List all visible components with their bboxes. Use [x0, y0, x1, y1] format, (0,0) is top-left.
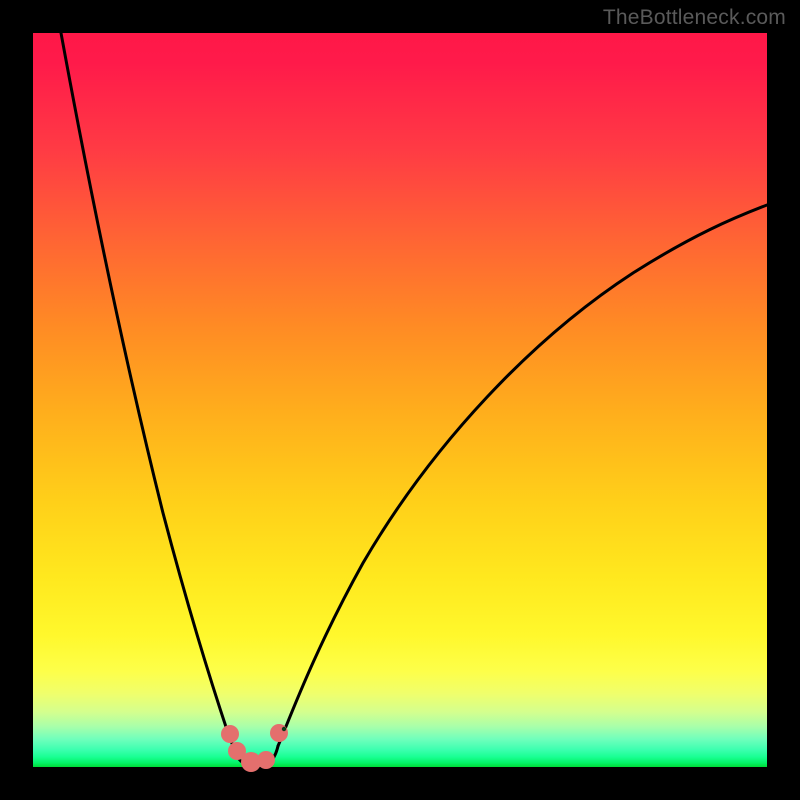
curve-left-descending	[61, 33, 233, 746]
marker-dot-icon	[270, 724, 288, 742]
chart-frame: TheBottleneck.com	[0, 0, 800, 800]
marker-accent-dot-icon	[282, 727, 286, 731]
curve-right-ascending	[278, 205, 767, 746]
watermark-label: TheBottleneck.com	[603, 6, 786, 30]
chart-svg	[33, 33, 767, 767]
marker-dot-icon	[257, 751, 275, 769]
marker-dot-icon	[221, 725, 239, 743]
